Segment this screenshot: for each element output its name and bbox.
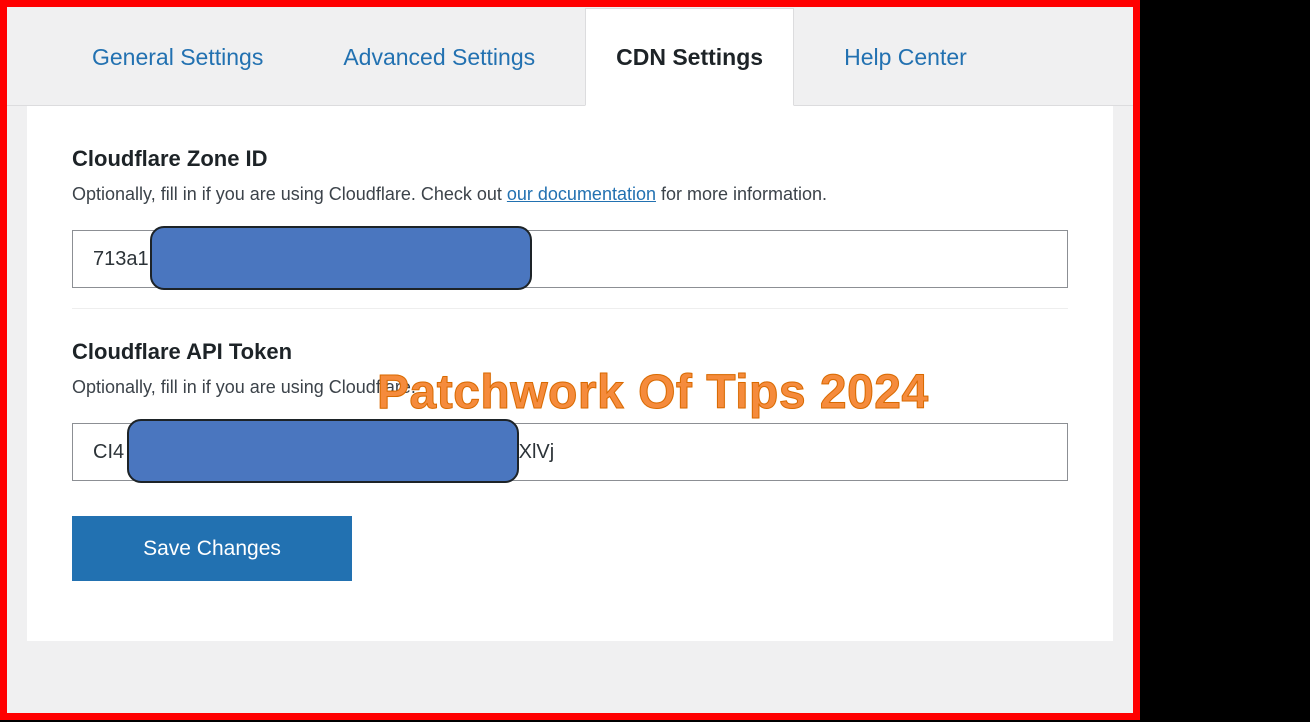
tab-general-settings[interactable]: General Settings [62, 8, 293, 106]
zone-desc-post: for more information. [656, 184, 827, 204]
settings-page: General Settings Advanced Settings CDN S… [7, 7, 1133, 713]
cdn-settings-panel: Cloudflare Zone ID Optionally, fill in i… [27, 106, 1113, 641]
cloudflare-api-token-input[interactable] [72, 423, 1068, 481]
zone-input-wrap [72, 230, 1068, 288]
token-input-wrap [72, 423, 1068, 481]
zone-desc-pre: Optionally, fill in if you are using Clo… [72, 184, 507, 204]
zone-description: Optionally, fill in if you are using Clo… [72, 184, 1068, 205]
settings-tabs: General Settings Advanced Settings CDN S… [7, 7, 1133, 106]
cloudflare-token-section: Cloudflare API Token Optionally, fill in… [72, 308, 1068, 611]
tab-advanced-settings[interactable]: Advanced Settings [313, 8, 565, 106]
documentation-link[interactable]: our documentation [507, 184, 656, 204]
tab-help-center[interactable]: Help Center [814, 8, 997, 106]
save-changes-button[interactable]: Save Changes [72, 516, 352, 581]
cloudflare-zone-section: Cloudflare Zone ID Optionally, fill in i… [72, 146, 1068, 308]
token-description: Optionally, fill in if you are using Clo… [72, 377, 1068, 398]
cloudflare-zone-id-input[interactable] [72, 230, 1068, 288]
zone-heading: Cloudflare Zone ID [72, 146, 1068, 172]
token-heading: Cloudflare API Token [72, 339, 1068, 365]
tab-cdn-settings[interactable]: CDN Settings [585, 8, 794, 106]
red-frame: General Settings Advanced Settings CDN S… [0, 0, 1140, 720]
